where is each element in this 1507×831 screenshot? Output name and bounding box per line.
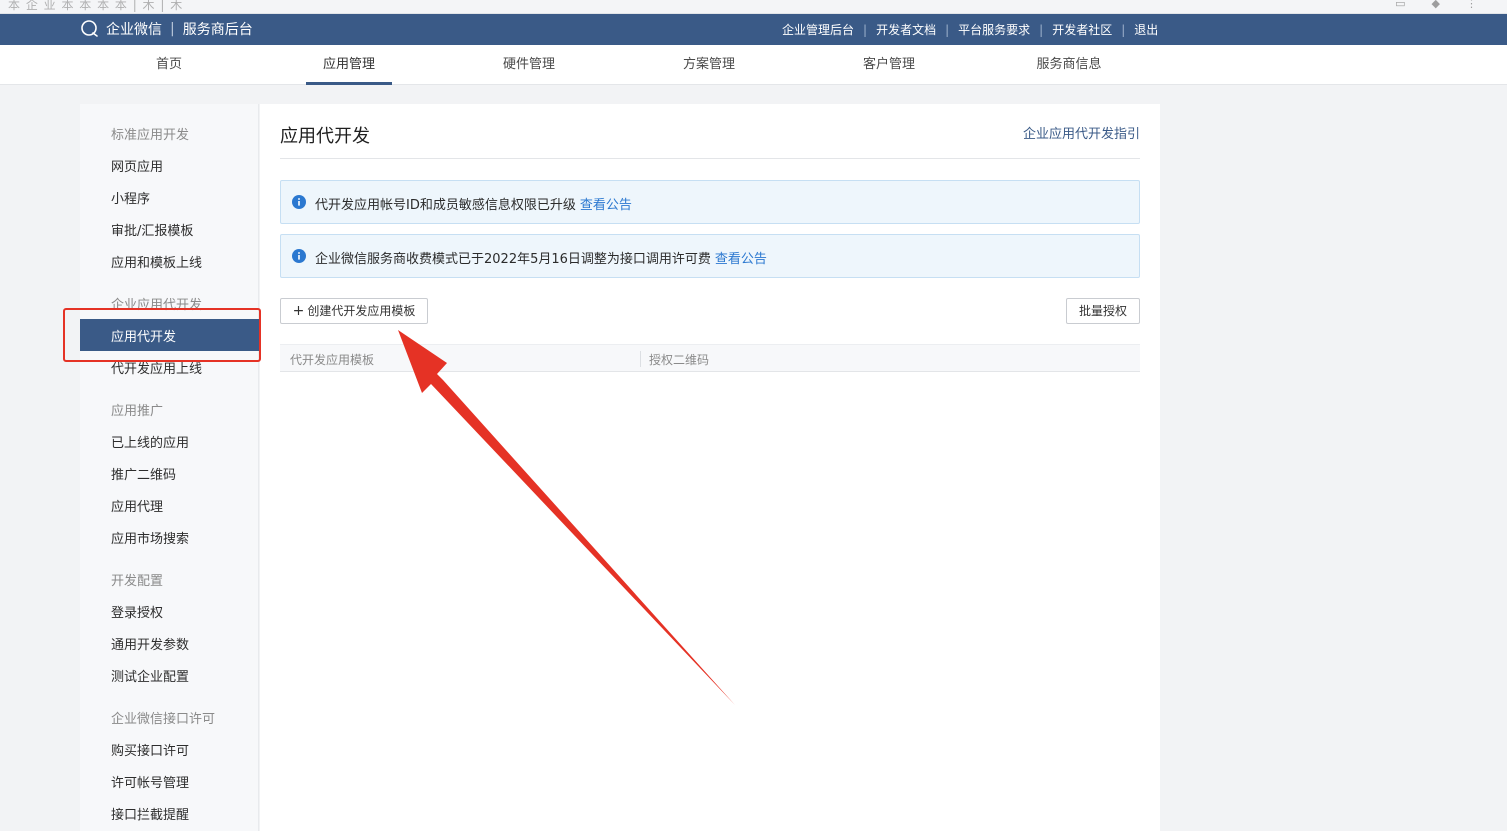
brand-subtitle: 服务商后台: [182, 22, 253, 38]
sidebar-item-test-corp-config[interactable]: 测试企业配置: [111, 666, 189, 685]
sidebar-item-launched-apps[interactable]: 已上线的应用: [111, 432, 189, 451]
create-template-label: 创建代开发应用模板: [307, 304, 416, 318]
sidebar-item-web-app[interactable]: 网页应用: [111, 156, 163, 175]
dev-guide-link[interactable]: 企业应用代开发指引: [1023, 123, 1140, 142]
column-header-qrcode: 授权二维码: [649, 353, 710, 367]
sidebar-group-interface-license: 企业微信接口许可: [111, 712, 216, 727]
brand-name: 企业微信: [106, 22, 162, 38]
view-announcement-link[interactable]: 查看公告: [580, 198, 632, 213]
main-nav: 首页 应用管理 硬件管理 方案管理 客户管理 服务商信息: [0, 45, 1507, 85]
link-enterprise-admin[interactable]: 企业管理后台: [782, 21, 854, 38]
plus-icon: +: [292, 303, 305, 319]
sidebar-item-custom-app-launch[interactable]: 代开发应用上线: [111, 358, 202, 377]
sidebar-item-app-custom-dev-active[interactable]: 应用代开发: [80, 319, 259, 351]
sidebar-group-custom-dev: 企业应用代开发: [111, 298, 203, 313]
sidebar-item-label: 应用代开发: [111, 330, 177, 345]
sidebar-group-promotion: 应用推广: [111, 404, 164, 419]
browser-toolbar-icons: ▭ ◆ ⋮: [1395, 0, 1477, 10]
tab-hardware-management[interactable]: 硬件管理: [486, 45, 572, 85]
notice-text: 企业微信服务商收费模式已于2022年5月16日调整为接口调用许可费: [315, 252, 711, 267]
view-announcement-link[interactable]: 查看公告: [715, 252, 767, 267]
tab-solution-management[interactable]: 方案管理: [666, 45, 752, 85]
sidebar-group-standard-dev: 标准应用开发: [111, 128, 190, 143]
sidebar-item-app-template-launch[interactable]: 应用和模板上线: [111, 252, 202, 271]
notice-text: 代开发应用帐号ID和成员敏感信息权限已升级: [315, 198, 576, 213]
tab-customer-management[interactable]: 客户管理: [846, 45, 932, 85]
link-platform-requirements[interactable]: 平台服务要求: [958, 21, 1030, 38]
sidebar-item-license-accounts[interactable]: 许可帐号管理: [111, 772, 189, 791]
tab-home[interactable]: 首页: [126, 45, 212, 85]
batch-authorize-button[interactable]: 批量授权: [1066, 298, 1140, 324]
browser-chrome-strip: 本 企 业 本 本 本 本 | 木 | 木 ▭ ◆ ⋮: [0, 0, 1507, 14]
page-title: 应用代开发: [280, 126, 370, 147]
title-divider: [280, 158, 1140, 159]
browser-tab-title: 本 企 业 本 本 本 本 | 木 | 木: [8, 0, 184, 12]
sidebar-item-approval-template[interactable]: 审批/汇报模板: [111, 220, 193, 239]
info-icon: [292, 195, 306, 209]
link-developer-community[interactable]: 开发者社区: [1052, 21, 1112, 38]
brand-separator: |: [170, 21, 175, 37]
sidebar-item-buy-license[interactable]: 购买接口许可: [111, 740, 189, 759]
notice-banner-permissions: 代开发应用帐号ID和成员敏感信息权限已升级 查看公告: [280, 180, 1140, 224]
sidebar-item-market-search[interactable]: 应用市场搜索: [111, 528, 189, 547]
template-table-header: 代开发应用模板 授权二维码: [280, 344, 1140, 372]
sidebar-item-interception-alert[interactable]: 接口拦截提醒: [111, 804, 189, 823]
extension-icon[interactable]: ◆: [1432, 0, 1440, 10]
link-logout[interactable]: 退出: [1134, 21, 1158, 38]
top-header: 企业微信 | 服务商后台 企业管理后台 | 开发者文档 | 平台服务要求 | 开…: [0, 14, 1507, 45]
column-divider: [640, 351, 641, 367]
column-header-template: 代开发应用模板: [290, 353, 375, 367]
notice-banner-billing: 企业微信服务商收费模式已于2022年5月16日调整为接口调用许可费 查看公告: [280, 234, 1140, 278]
info-icon: [292, 249, 306, 263]
link-developer-docs[interactable]: 开发者文档: [876, 21, 936, 38]
tab-app-management[interactable]: 应用管理: [306, 45, 392, 85]
sidebar-item-promo-qrcode[interactable]: 推广二维码: [111, 464, 176, 483]
header-links: 企业管理后台 | 开发者文档 | 平台服务要求 | 开发者社区 | 退出: [782, 21, 1159, 38]
content-panel: 应用代开发 企业应用代开发指引 代开发应用帐号ID和成员敏感信息权限已升级 查看公…: [260, 104, 1160, 831]
tab-provider-info[interactable]: 服务商信息: [1026, 45, 1112, 85]
sidebar-item-app-agent[interactable]: 应用代理: [111, 496, 163, 515]
sidebar-group-dev-config: 开发配置: [111, 574, 164, 589]
wework-logo-icon: [81, 20, 98, 37]
sidebar-item-general-params[interactable]: 通用开发参数: [111, 634, 189, 653]
sidebar-item-login-auth[interactable]: 登录授权: [111, 602, 163, 621]
sidebar-item-mini-program[interactable]: 小程序: [111, 188, 150, 207]
create-template-button[interactable]: + 创建代开发应用模板: [280, 298, 428, 324]
menu-icon[interactable]: ⋮: [1466, 0, 1477, 10]
brand[interactable]: 企业微信 | 服务商后台: [80, 19, 253, 39]
bookmark-icon[interactable]: ▭: [1395, 0, 1405, 10]
